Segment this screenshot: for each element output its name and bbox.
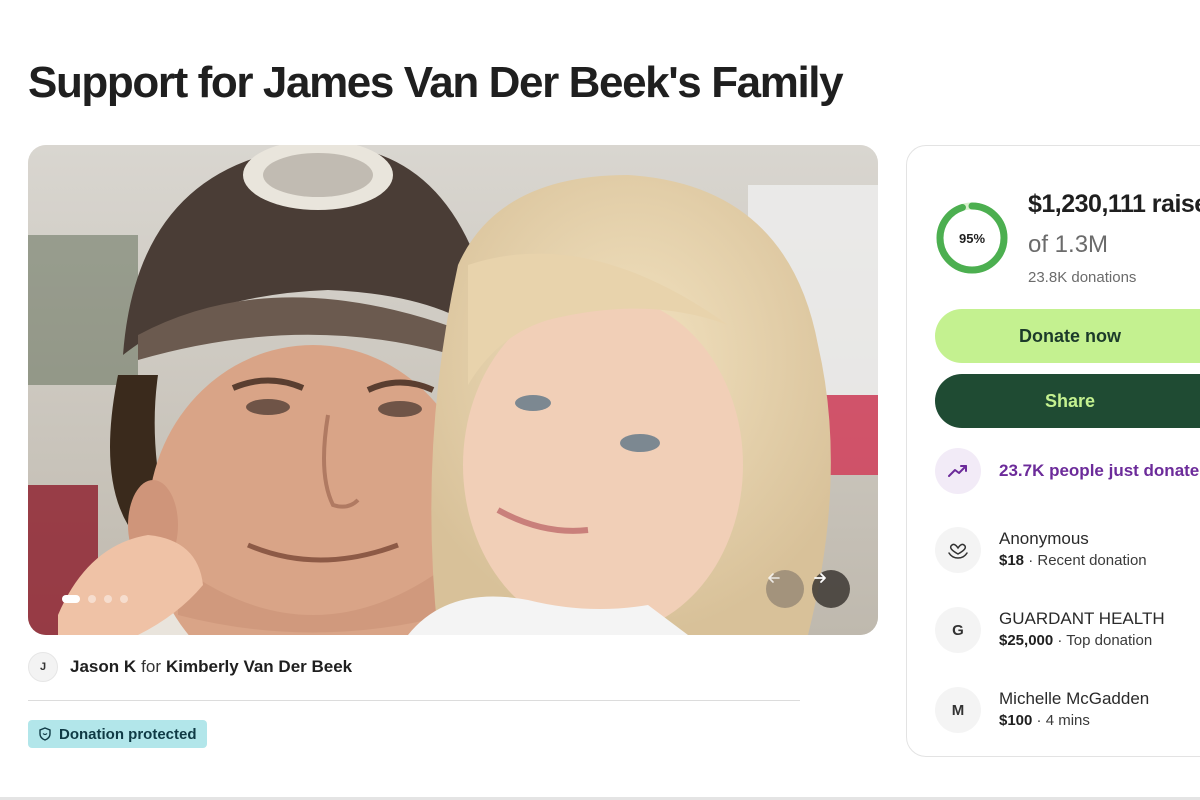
donor-meta: $25,000 · Top donation [999,630,1165,652]
donor-amount: $18 [999,552,1025,569]
share-button[interactable]: Share [935,374,1200,428]
donor-item: G GUARDANT HEALTH $25,000 · Top donation [935,606,1165,654]
donor-meta: $18 · Recent donation [999,550,1147,572]
donation-count: 23.8K donations [1028,269,1137,286]
organizer-name[interactable]: Jason K [70,657,136,676]
meta-separator: · [1053,632,1067,649]
hero-photo [28,145,878,635]
donor-avatar: M [935,687,981,733]
carousel-dot-4[interactable] [120,595,128,603]
donation-trend: 23.7K people just donated [935,448,1200,494]
progress-percent: 95% [958,230,986,246]
donor-amount: $100 [999,712,1033,729]
donor-item: Anonymous $18 · Recent donation [935,526,1147,574]
page-title: Support for James Van Der Beek's Family [28,58,844,107]
organizer-for-text: for [141,657,161,676]
shield-icon [39,727,51,741]
amount-raised: $1,230,111 raised [1028,190,1200,218]
carousel-dot-2[interactable] [88,595,96,603]
donor-name: Anonymous [999,529,1089,548]
carousel-indicators [62,595,128,603]
arrow-right-icon [814,573,826,583]
goal-amount: of 1.3M [1028,231,1109,258]
organizer-row: J Jason K for Kimberly Van Der Beek [28,652,352,682]
trending-up-icon [935,448,981,494]
donation-protected-badge[interactable]: Donation protected [28,720,207,748]
organizer-text: Jason K for Kimberly Van Der Beek [70,657,352,677]
progress-ring: 95% [935,201,1009,275]
meta-separator: · [1032,712,1046,729]
donor-name: Michelle McGadden [999,689,1150,708]
heart-hand-icon [935,527,981,573]
arrow-left-icon [768,573,780,583]
carousel-next-button[interactable] [812,570,850,608]
donor-name: GUARDANT HEALTH [999,609,1165,628]
donor-avatar: G [935,607,981,653]
donor-meta: $100 · 4 mins [999,710,1149,732]
donor-item: M Michelle McGadden $100 · 4 mins [935,686,1149,734]
organizer-avatar[interactable]: J [28,652,58,682]
carousel-dot-1[interactable] [62,595,80,603]
carousel-dot-3[interactable] [104,595,112,603]
badge-label: Donation protected [59,725,197,743]
donor-amount: $25,000 [999,632,1054,649]
divider [28,700,800,701]
meta-separator: · [1024,552,1038,569]
trend-text: 23.7K people just donated [999,461,1200,480]
donor-detail: Top donation [1066,632,1153,649]
carousel-prev-button[interactable] [766,570,804,608]
donor-detail: Recent donation [1037,552,1147,569]
donor-detail: 4 mins [1045,712,1090,729]
donation-card: 95% $1,230,111 raised of 1.3M 23.8K dona… [906,145,1200,757]
donate-now-button[interactable]: Donate now [935,309,1200,363]
hero-image-carousel[interactable] [28,145,878,635]
beneficiary-name[interactable]: Kimberly Van Der Beek [166,657,352,676]
